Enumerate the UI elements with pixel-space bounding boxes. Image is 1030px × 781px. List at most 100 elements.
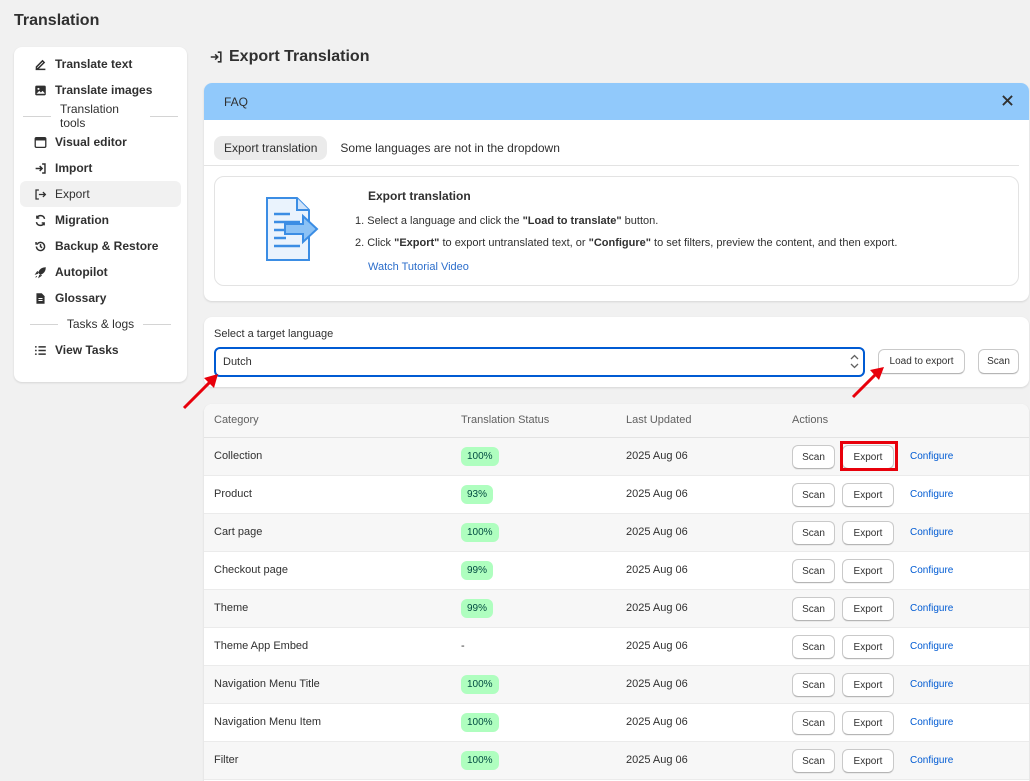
row-configure-link[interactable]: Configure [910,527,953,538]
tab-export-translation[interactable]: Export translation [214,135,328,160]
sidebar-item-label: Glossary [55,291,107,305]
row-export-button[interactable]: Export [842,749,894,773]
row-scan-button[interactable]: Scan [792,559,835,583]
row-export-button[interactable]: Export [842,635,894,659]
load-to-export-button[interactable]: Load to export [878,349,965,374]
table-row: Navigation Menu Title 100% 2025 Aug 06 Scan… [204,666,1029,704]
close-icon[interactable] [1002,94,1013,110]
row-scan-button[interactable]: Scan [792,521,835,545]
row-scan-button[interactable]: Scan [792,673,835,697]
row-scan-button[interactable]: Scan [792,483,835,507]
sidebar-item-export[interactable]: Export [20,181,181,207]
sidebar-item-backup-restore[interactable]: Backup & Restore [20,233,181,259]
sidebar-item-glossary[interactable]: Glossary [20,285,181,311]
scan-button[interactable]: Scan [978,349,1019,374]
row-updated: 2025 Aug 06 [626,678,688,690]
row-configure-link[interactable]: Configure [910,755,953,766]
row-status: 100% [461,523,499,542]
row-scan-button[interactable]: Scan [792,749,835,773]
refresh-icon [33,213,47,227]
sidebar-item-autopilot[interactable]: Autopilot [20,259,181,285]
row-configure-link[interactable]: Configure [910,717,953,728]
page-title: Translation [14,12,100,29]
row-category: Checkout page [214,564,288,576]
language-select[interactable]: Dutch [214,347,865,377]
table-row: Navigation Menu Item 100% 2025 Aug 06 Scan E… [204,704,1029,742]
import-icon [33,161,47,175]
table-row: Cart page 100% 2025 Aug 06 Scan Export Config… [204,514,1029,552]
row-export-button[interactable]: Export [842,597,894,621]
annotation-arrow-left [182,374,218,410]
row-export-button[interactable]: Export [842,559,894,583]
faq-tabs: Export translation Some languages are no… [204,120,1019,166]
row-category: Theme [214,602,249,614]
row-scan-button[interactable]: Scan [792,597,835,621]
table-row: Theme App Embed - 2025 Aug 06 Scan Export Con… [204,628,1029,666]
section-header-translation-tools: Translation tools [14,102,187,130]
row-category: Collection [214,450,263,462]
tab-languages-missing[interactable]: Some languages are not in the dropdown [330,136,570,160]
table-row: Product 93% 2025 Aug 06 Scan Export Configure [204,476,1029,514]
history-icon [33,239,47,253]
row-status: 100% [461,713,499,732]
header-updated: Last Updated [626,414,692,426]
header-category: Category [214,414,259,426]
status-badge: 100% [461,523,499,542]
status-badge: 100% [461,675,499,694]
sidebar-item-visual-editor[interactable]: Visual editor [20,129,181,155]
table-row: Filter 100% 2025 Aug 06 Scan Export Configure [204,742,1029,780]
row-export-button[interactable]: Export [842,711,894,735]
sidebar-item-label: Migration [55,213,109,227]
status-badge: - [461,640,465,652]
faq-card: FAQ Export translation Some languages ar… [204,83,1029,301]
sidebar-item-import[interactable]: Import [20,155,181,181]
row-scan-button[interactable]: Scan [792,445,835,469]
language-select-value: Dutch [223,356,252,368]
file-icon [33,291,47,305]
category-table: Category Translation Status Last Updated… [204,404,1029,781]
sidebar-item-view-tasks[interactable]: View Tasks [20,337,181,363]
sidebar-item-migration[interactable]: Migration [20,207,181,233]
status-badge: 100% [461,751,499,770]
row-configure-link[interactable]: Configure [910,565,953,576]
row-configure-link[interactable]: Configure [910,679,953,690]
export-highlight-box [840,441,898,471]
tutorial-video-link[interactable]: Watch Tutorial Video [368,261,469,273]
table-row: Collection 100% 2025 Aug 06 Scan Export Confi… [204,438,1029,476]
table-row: Theme 99% 2025 Aug 06 Scan Export Configure [204,590,1029,628]
row-status: 99% [461,599,494,618]
row-configure-link[interactable]: Configure [910,641,953,652]
row-scan-button[interactable]: Scan [792,635,835,659]
row-configure-link[interactable]: Configure [910,489,953,500]
faq-content: Export translation 1. Select a language … [214,176,1019,286]
row-status: 93% [461,485,494,504]
row-configure-link[interactable]: Configure [910,603,953,614]
row-updated: 2025 Aug 06 [626,716,688,728]
sidebar-item-translate-images[interactable]: Translate images [20,77,181,103]
export-icon [33,187,47,201]
row-category: Theme App Embed [214,640,309,652]
row-category: Filter [214,754,239,766]
rocket-icon [33,265,47,279]
row-scan-button[interactable]: Scan [792,711,835,735]
row-category: Navigation Menu Item [214,716,321,728]
table-row: Checkout page 99% 2025 Aug 06 Scan Export Con… [204,552,1029,590]
row-export-button[interactable]: Export [842,483,894,507]
header-actions: Actions [792,414,829,426]
status-badge: 100% [461,713,499,732]
row-status: 100% [461,447,499,466]
status-badge: 99% [461,599,494,618]
status-badge: 93% [461,485,494,504]
row-updated: 2025 Aug 06 [626,640,688,652]
annotation-arrow-right [851,367,884,399]
row-updated: 2025 Aug 06 [626,754,688,766]
faq-step-1: 1. Select a language and click the "Load… [355,215,659,227]
row-export-button[interactable]: Export [842,521,894,545]
row-configure-link[interactable]: Configure [910,451,953,462]
row-export-button[interactable]: Export [842,673,894,697]
faq-header: FAQ [204,83,1029,120]
row-status: 100% [461,675,499,694]
document-export-icon [266,197,319,261]
sidebar-item-translate-text[interactable]: Translate text [20,51,181,77]
row-updated: 2025 Aug 06 [626,450,688,462]
